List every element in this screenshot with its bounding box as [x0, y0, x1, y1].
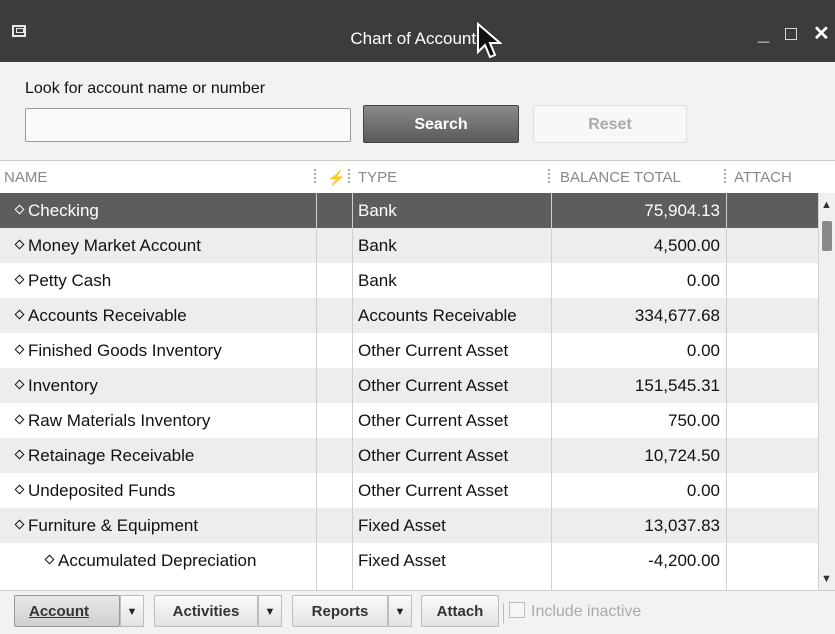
table-row[interactable]: Undeposited Funds Other Current Asset 0.…	[0, 473, 818, 508]
scroll-up-icon[interactable]: ▲	[821, 199, 832, 211]
column-divider	[551, 193, 552, 591]
diamond-bullet-icon	[14, 414, 25, 425]
table-row[interactable]: Finished Goods Inventory Other Current A…	[0, 333, 818, 368]
activities-menu-button[interactable]: Activities	[154, 595, 258, 627]
account-type-cell: Fixed Asset	[358, 516, 446, 535]
column-divider	[316, 193, 317, 591]
account-name-cell: Inventory	[14, 368, 98, 403]
account-type-cell: Bank	[358, 271, 397, 290]
vertical-scrollbar[interactable]: ▲ ▼	[818, 193, 835, 591]
diamond-bullet-icon	[44, 554, 55, 565]
table-row[interactable]: Petty Cash Bank 0.00	[0, 263, 818, 298]
include-inactive-label: Include inactive	[531, 603, 642, 620]
search-label: Look for account name or number	[25, 80, 266, 97]
account-name-cell: Money Market Account	[14, 228, 201, 263]
table-header: NAME ⚡ TYPE BALANCE TOTAL ATTACH	[0, 161, 818, 194]
account-type-cell: Other Current Asset	[358, 376, 509, 395]
diamond-bullet-icon	[14, 274, 25, 285]
account-balance-cell: 4,500.00	[653, 236, 720, 255]
column-header-name[interactable]: NAME	[4, 169, 47, 186]
account-type-cell: Other Current Asset	[358, 341, 509, 360]
table-row[interactable]: Checking Bank 75,904.13	[0, 193, 818, 228]
chart-of-accounts-window: Chart of Accounts _ □ ✕ Look for account…	[0, 0, 835, 634]
diamond-bullet-icon	[14, 484, 25, 495]
close-button[interactable]: ✕	[813, 24, 830, 44]
table-row[interactable]: Money Market Account Bank 4,500.00	[0, 228, 818, 263]
account-type-cell: Other Current Asset	[358, 411, 509, 430]
account-balance-cell: 750.00	[668, 411, 720, 430]
scroll-down-icon[interactable]: ▼	[821, 573, 832, 585]
account-name-cell: Petty Cash	[14, 263, 111, 298]
search-button[interactable]: Search	[363, 105, 519, 143]
diamond-bullet-icon	[14, 309, 25, 320]
include-inactive-checkbox[interactable]	[509, 601, 525, 618]
table-row[interactable]: Inventory Other Current Asset 151,545.31	[0, 368, 818, 403]
scrollbar-thumb[interactable]	[822, 221, 832, 251]
column-divider	[726, 193, 727, 591]
account-balance-cell: 13,037.83	[644, 516, 720, 535]
account-balance-cell: 75,904.13	[644, 201, 720, 220]
account-type-cell: Accounts Receivable	[358, 306, 517, 325]
table-row[interactable]: Accumulated Depreciation Fixed Asset -4,…	[0, 543, 818, 578]
bottom-toolbar: Account ▼ Activities ▼ Reports ▼ Attach …	[0, 590, 835, 634]
column-header-type[interactable]: TYPE	[358, 169, 397, 186]
table-row[interactable]: Retainage Receivable Other Current Asset…	[0, 438, 818, 473]
account-balance-cell: 0.00	[686, 481, 720, 500]
account-balance-cell: 334,677.68	[634, 306, 720, 325]
diamond-bullet-icon	[14, 344, 25, 355]
minimize-button[interactable]: _	[758, 24, 769, 44]
account-name-cell: Retainage Receivable	[14, 438, 194, 473]
account-name-cell: Accumulated Depreciation	[44, 543, 256, 578]
account-menu-button[interactable]: Account	[14, 595, 120, 627]
diamond-bullet-icon	[14, 379, 25, 390]
table-row[interactable]: Accounts Receivable Accounts Receivable …	[0, 298, 818, 333]
account-balance-cell: 0.00	[686, 271, 720, 290]
accounts-table: NAME ⚡ TYPE BALANCE TOTAL ATTACH Checkin…	[0, 160, 835, 591]
account-balance-cell: -4,200.00	[648, 551, 720, 570]
column-divider	[352, 193, 353, 591]
diamond-bullet-icon	[14, 519, 25, 530]
search-panel: Look for account name or number Search R…	[0, 62, 835, 160]
table-row[interactable]: Furniture & Equipment Fixed Asset 13,037…	[0, 508, 818, 543]
diamond-bullet-icon	[14, 204, 25, 215]
account-balance-cell: 151,545.31	[634, 376, 720, 395]
include-inactive-toggle[interactable]: Include inactive	[509, 601, 642, 623]
column-header-attach[interactable]: ATTACH	[734, 169, 792, 186]
account-type-cell: Fixed Asset	[358, 551, 446, 570]
window-title: Chart of Accounts	[350, 29, 485, 48]
account-name-cell: Accounts Receivable	[14, 298, 187, 333]
account-name-cell: Checking	[14, 193, 99, 228]
column-header-balance[interactable]: BALANCE TOTAL	[560, 169, 681, 186]
account-balance-cell: 10,724.50	[644, 446, 720, 465]
account-name-cell: Furniture & Equipment	[14, 508, 198, 543]
search-input[interactable]	[25, 108, 351, 142]
account-type-cell: Other Current Asset	[358, 446, 509, 465]
chevron-down-icon[interactable]: ▼	[120, 595, 144, 627]
reports-menu-button[interactable]: Reports	[292, 595, 388, 627]
diamond-bullet-icon	[14, 239, 25, 250]
mouse-pointer-icon	[477, 22, 502, 59]
table-row[interactable]: Raw Materials Inventory Other Current As…	[0, 403, 818, 438]
account-type-cell: Bank	[358, 201, 397, 220]
chevron-down-icon[interactable]: ▼	[258, 595, 282, 627]
diamond-bullet-icon	[14, 449, 25, 460]
toolbar-divider	[503, 603, 504, 623]
account-name-cell: Raw Materials Inventory	[14, 403, 210, 438]
attach-button[interactable]: Attach	[421, 595, 499, 627]
account-balance-cell: 0.00	[686, 341, 720, 360]
account-name-cell: Finished Goods Inventory	[14, 333, 222, 368]
account-name-cell: Undeposited Funds	[14, 473, 175, 508]
reset-button[interactable]: Reset	[533, 105, 687, 143]
account-type-cell: Other Current Asset	[358, 481, 509, 500]
maximize-button[interactable]: □	[785, 24, 797, 44]
account-type-cell: Bank	[358, 236, 397, 255]
title-bar[interactable]: Chart of Accounts _ □ ✕	[0, 0, 835, 62]
chevron-down-icon[interactable]: ▼	[388, 595, 412, 627]
lightning-icon[interactable]: ⚡	[327, 169, 346, 187]
account-rows: Checking Bank 75,904.13 Money Market Acc…	[0, 193, 818, 578]
